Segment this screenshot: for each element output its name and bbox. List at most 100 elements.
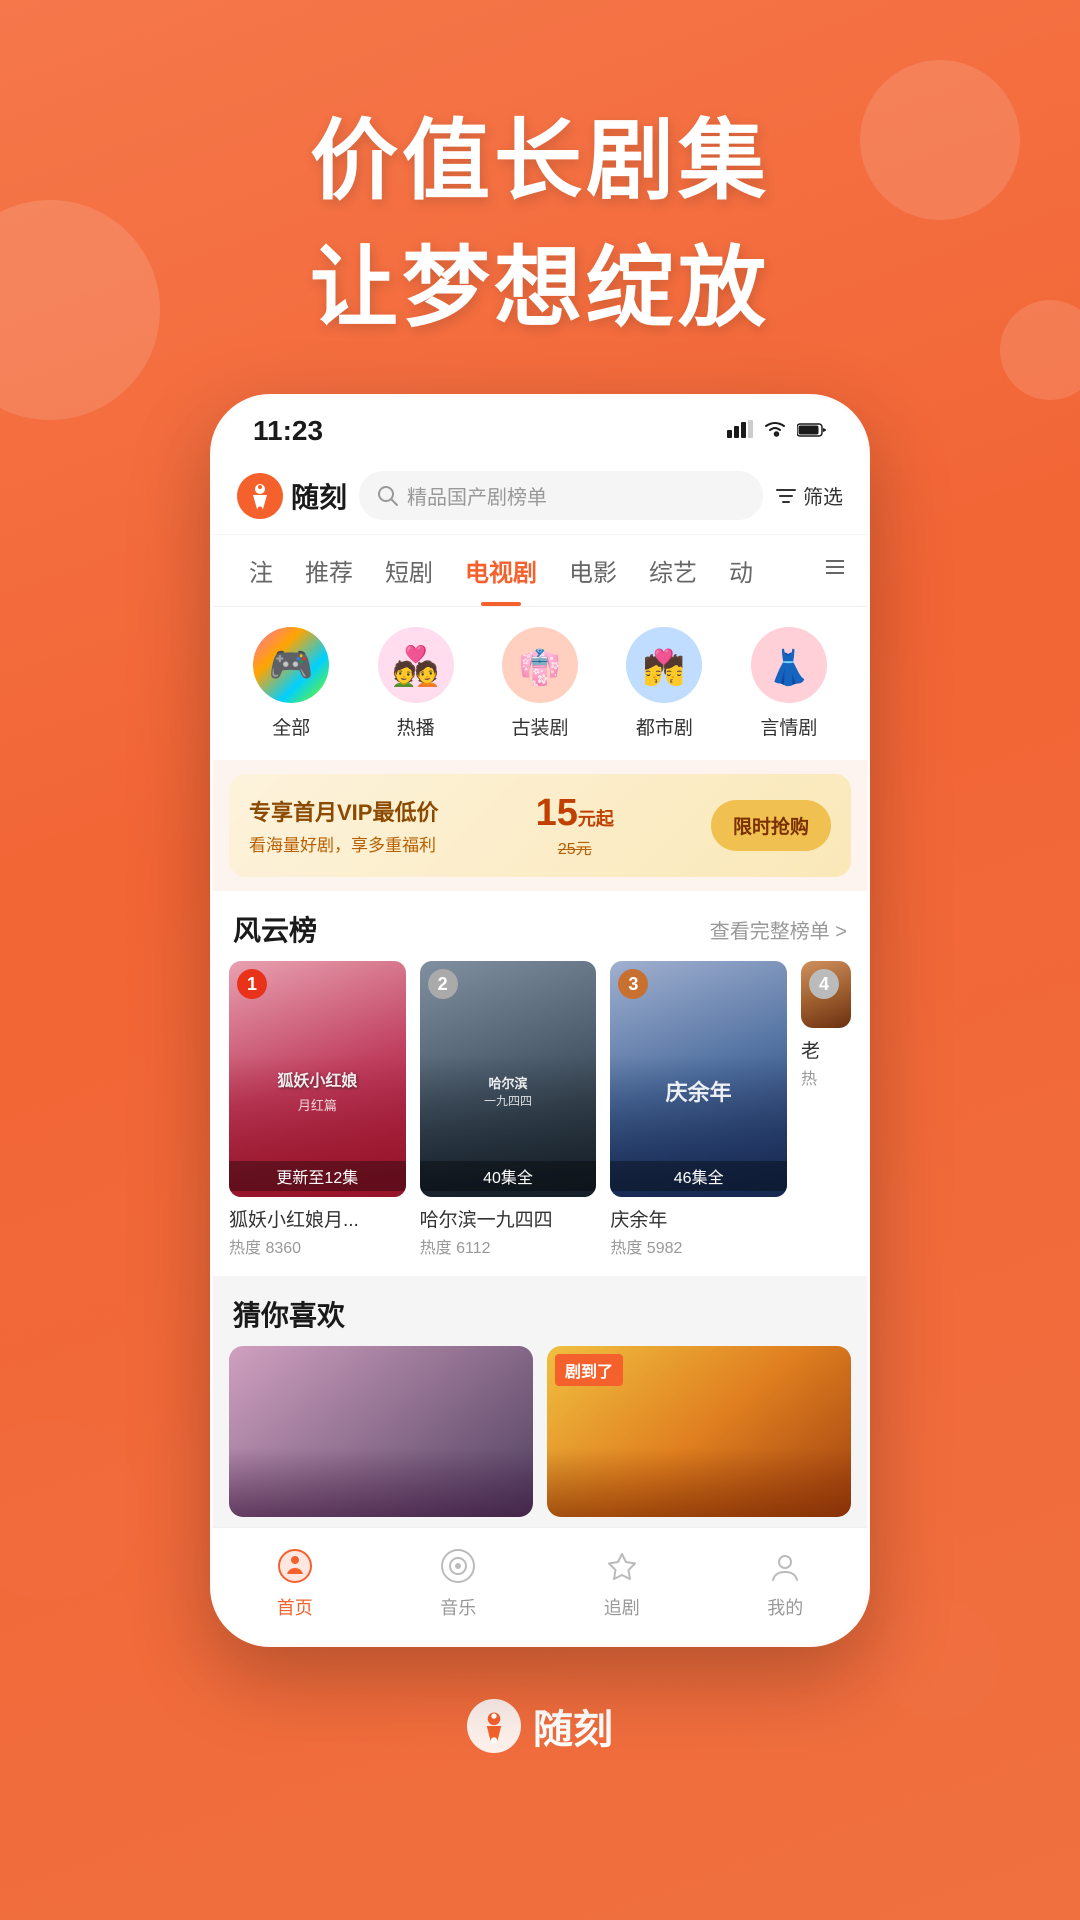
music-label: 音乐 bbox=[440, 1594, 476, 1620]
guess-card-1[interactable] bbox=[229, 1346, 533, 1517]
category-romance[interactable]: 👗 言情剧 bbox=[727, 627, 851, 740]
rank-number-4: 4 bbox=[809, 969, 839, 999]
app-header: 随刻 精品国产剧榜单 筛选 bbox=[213, 457, 867, 535]
search-bar[interactable]: 精品国产剧榜单 bbox=[359, 471, 763, 520]
app-logo-area[interactable]: 随刻 bbox=[237, 473, 347, 519]
vip-info: 专享首月VIP最低价 看海量好剧，享多重福利 bbox=[249, 795, 438, 856]
rank-name-2: 哈尔滨一九四四 bbox=[420, 1205, 597, 1232]
bottom-nav-track[interactable]: 追剧 bbox=[540, 1544, 704, 1620]
filter-button[interactable]: 筛选 bbox=[775, 481, 843, 510]
category-ancient-label: 古装剧 bbox=[512, 713, 569, 740]
phone-body: 11:23 bbox=[210, 394, 870, 1647]
filter-label: 筛选 bbox=[803, 481, 843, 510]
hero-section: 价值长剧集 让梦想绽放 bbox=[0, 0, 1080, 344]
vip-price-main: 15元起 bbox=[536, 792, 614, 835]
rankings-row: 1 狐妖小红娘 月红篇 更新至12集 狐妖小红娘月... 热度 8360 bbox=[213, 961, 867, 1276]
rank-heat-1: 热度 8360 bbox=[229, 1234, 406, 1258]
phone-mockup: 11:23 bbox=[0, 394, 1080, 1647]
brand-logo: 随刻 bbox=[467, 1697, 613, 1755]
guess-cards: 剧到了 bbox=[213, 1346, 867, 1517]
tab-recommend[interactable]: 推荐 bbox=[289, 535, 369, 606]
rankings-header: 风云榜 查看完整榜单 > bbox=[213, 891, 867, 961]
rank-number-1: 1 bbox=[237, 969, 267, 999]
rank-card-1[interactable]: 1 狐妖小红娘 月红篇 更新至12集 狐妖小红娘月... 热度 8360 bbox=[229, 961, 406, 1258]
rank-heat-3: 热度 5982 bbox=[610, 1234, 787, 1258]
app-logo-text: 随刻 bbox=[291, 476, 347, 516]
signal-icon bbox=[727, 418, 753, 444]
profile-label: 我的 bbox=[767, 1594, 803, 1620]
home-icon bbox=[273, 1544, 317, 1588]
category-ancient-icon: 👘 bbox=[502, 627, 578, 703]
rankings-section: 风云榜 查看完整榜单 > 1 狐妖小红娘 月红篇 bbox=[213, 891, 867, 1276]
guess-section: 猜你喜欢 剧到了 bbox=[213, 1276, 867, 1527]
rankings-more[interactable]: 查看完整榜单 > bbox=[710, 915, 847, 944]
tab-annotation[interactable]: 注 bbox=[233, 535, 289, 606]
rank-name-4: 老 bbox=[801, 1036, 851, 1063]
guess-card-2[interactable]: 剧到了 bbox=[547, 1346, 851, 1517]
hero-line2: 让梦想绽放 bbox=[0, 217, 1080, 344]
tab-tv-drama[interactable]: 电视剧 bbox=[449, 535, 553, 606]
svg-text:👘: 👘 bbox=[519, 648, 561, 688]
vip-subtitle: 看海量好剧，享多重福利 bbox=[249, 831, 438, 856]
vip-price-number: 15 bbox=[536, 792, 578, 834]
bottom-nav: 首页 音乐 追剧 bbox=[213, 1527, 867, 1644]
rank-episode-1: 更新至12集 bbox=[229, 1161, 406, 1191]
category-row: 🎮 全部 💑 热播 👘 bbox=[213, 607, 867, 760]
tab-movie[interactable]: 电影 bbox=[553, 535, 633, 606]
tab-short-drama[interactable]: 短剧 bbox=[369, 535, 449, 606]
tab-animation[interactable]: 动 bbox=[713, 535, 769, 606]
category-city-icon: 💏 bbox=[626, 627, 702, 703]
rank-number-2: 2 bbox=[428, 969, 458, 999]
rank-thumb-2: 2 哈尔滨 一九四四 40集全 bbox=[420, 961, 597, 1197]
status-time: 11:23 bbox=[253, 415, 323, 447]
svg-text:💏: 💏 bbox=[643, 648, 685, 687]
app-logo-icon bbox=[237, 473, 283, 519]
battery-icon bbox=[797, 418, 827, 444]
rank-card-3[interactable]: 3 庆余年 46集全 庆余年 热度 5982 bbox=[610, 961, 787, 1258]
rank-thumb-3: 3 庆余年 46集全 bbox=[610, 961, 787, 1197]
status-bar: 11:23 bbox=[213, 397, 867, 457]
rank-name-1: 狐妖小红娘月... bbox=[229, 1205, 406, 1232]
category-all-label: 全部 bbox=[272, 713, 310, 740]
vip-price-orig: 25元 bbox=[558, 835, 592, 859]
search-icon bbox=[377, 485, 399, 507]
bottom-nav-profile[interactable]: 我的 bbox=[704, 1544, 868, 1620]
bottom-nav-home[interactable]: 首页 bbox=[213, 1544, 377, 1620]
vip-buy-button[interactable]: 限时抢购 bbox=[711, 800, 831, 851]
rank-card-2[interactable]: 2 哈尔滨 一九四四 40集全 哈尔滨一九四四 热度 6112 bbox=[420, 961, 597, 1258]
status-icons bbox=[727, 418, 827, 444]
hero-line1: 价值长剧集 bbox=[0, 90, 1080, 217]
svg-text:👗: 👗 bbox=[768, 648, 810, 687]
rank-card-4[interactable]: 4 老 热 bbox=[801, 961, 851, 1258]
rank-heat-2: 热度 6112 bbox=[420, 1234, 597, 1258]
rankings-title: 风云榜 bbox=[233, 909, 317, 949]
nav-tabs: 注 推荐 短剧 电视剧 电影 综艺 动 bbox=[213, 535, 867, 607]
rank-heat-4: 热 bbox=[801, 1065, 851, 1089]
track-label: 追剧 bbox=[604, 1594, 640, 1620]
rank-name-3: 庆余年 bbox=[610, 1205, 787, 1232]
category-hot-icon: 💑 bbox=[378, 627, 454, 703]
category-all[interactable]: 🎮 全部 bbox=[229, 627, 353, 740]
category-ancient[interactable]: 👘 古装剧 bbox=[478, 627, 602, 740]
rank-episode-3: 46集全 bbox=[610, 1161, 787, 1191]
rank-thumb-1: 1 狐妖小红娘 月红篇 更新至12集 bbox=[229, 961, 406, 1197]
guess-title: 猜你喜欢 bbox=[233, 1294, 345, 1334]
rank-thumb-4: 4 bbox=[801, 961, 851, 1028]
music-icon bbox=[436, 1544, 480, 1588]
brand-name-text: 随刻 bbox=[533, 1697, 613, 1755]
category-city[interactable]: 💏 都市剧 bbox=[602, 627, 726, 740]
filter-icon bbox=[775, 485, 797, 507]
rank-episode-2: 40集全 bbox=[420, 1161, 597, 1191]
more-tabs-icon[interactable] bbox=[823, 555, 847, 586]
guess-header: 猜你喜欢 bbox=[213, 1276, 867, 1346]
vip-banner[interactable]: 专享首月VIP最低价 看海量好剧，享多重福利 15元起 25元 限时抢购 bbox=[229, 774, 851, 877]
category-hot[interactable]: 💑 热播 bbox=[353, 627, 477, 740]
home-label: 首页 bbox=[277, 1594, 313, 1620]
bottom-nav-music[interactable]: 音乐 bbox=[377, 1544, 541, 1620]
tab-variety[interactable]: 综艺 bbox=[633, 535, 713, 606]
vip-title: 专享首月VIP最低价 bbox=[249, 795, 438, 827]
track-icon bbox=[600, 1544, 644, 1588]
brand-logo-icon bbox=[467, 1699, 521, 1753]
svg-text:💑: 💑 bbox=[392, 644, 439, 688]
wifi-icon bbox=[763, 418, 787, 444]
